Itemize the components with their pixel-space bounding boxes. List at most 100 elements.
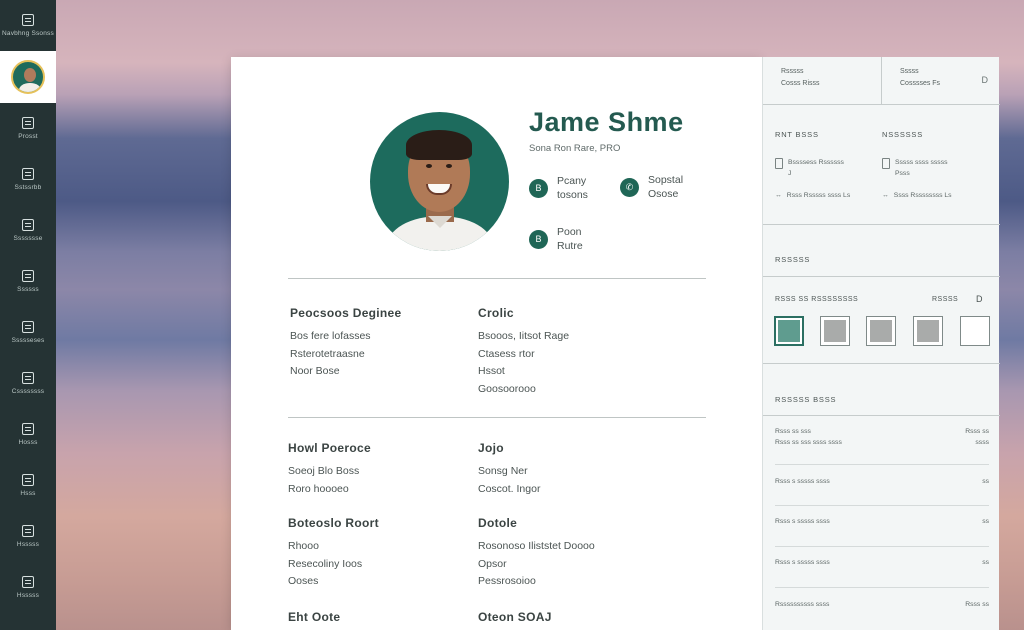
lock-icon <box>22 576 34 588</box>
checkbox-box[interactable] <box>882 158 890 169</box>
rail-item-5[interactable]: Ssssss <box>0 256 56 307</box>
section-line: Pessrosoioo <box>478 575 536 587</box>
tab-line: Cosss Risss <box>781 80 820 87</box>
section-option: Oteon SOAJ <box>478 610 552 630</box>
rail-item-label: Ssssss <box>17 286 39 293</box>
rail-item-3[interactable]: Sstssrbb <box>0 154 56 205</box>
checkbox-label: Bssssess Rssssss <box>788 159 844 166</box>
panel-label: NSSSSSS <box>882 130 924 139</box>
section-line: Noor Bose <box>290 365 340 377</box>
section-title: Dotole <box>478 516 518 530</box>
rail-item-2[interactable]: Prosst <box>0 103 56 154</box>
swatch-label-right: RSSSS <box>932 296 959 303</box>
row-label: Rsss s sssss ssss <box>775 559 830 566</box>
row-label: Rssssssssss ssss <box>775 601 830 608</box>
section-title: Peocsoos Deginee <box>290 306 402 320</box>
setting-row-0[interactable]: Rsss ss sss Rsss ss sss ssss ssss Rsss s… <box>775 426 989 448</box>
section-title: Crolic <box>478 306 514 320</box>
rail-item-profile[interactable] <box>0 51 56 103</box>
section-title: Jojo <box>478 441 504 455</box>
checkbox-label: Sssss ssss sssss <box>895 159 948 166</box>
color-swatch-1[interactable] <box>820 316 850 346</box>
section-line: Sonsg Ner <box>478 465 528 477</box>
checkbox-box[interactable] <box>775 158 783 169</box>
checkbox-label: Psss <box>895 170 910 177</box>
check-row-1[interactable]: ↔ Ssss Rssssssss Ls <box>882 190 952 201</box>
section-profile: Crolic Bsooos, Iitsot Rage Ctasess rtor … <box>478 306 569 398</box>
panel-tab-0[interactable]: Rsssss Cosss Risss <box>763 57 881 104</box>
rail-item-label: Prosst <box>18 133 38 140</box>
check-row-0[interactable]: ↔ Rsss Rsssss ssss Ls <box>775 190 850 201</box>
profile-name: Jame Shme <box>529 107 684 137</box>
row-divider <box>775 546 989 547</box>
row-value: ss <box>982 478 989 485</box>
checkbox-0[interactable]: Bssssess Rssssss J <box>775 157 844 179</box>
rail-item-9[interactable]: Hsss <box>0 460 56 511</box>
folder-icon <box>22 219 34 231</box>
section-jobs: Jojo Sonsg Ner Coscot. Ingor <box>478 441 540 498</box>
arrow-icon: ↔ <box>775 192 782 199</box>
app-rail: Navbhng Ssonss Prosst Sstssrbb Ssssssse … <box>0 0 56 630</box>
setting-row-1[interactable]: Rsss s sssss ssss ss <box>775 476 989 487</box>
tab-line: Sssss <box>900 68 919 75</box>
check-row-label: Rsss Rsssss ssss Ls <box>786 192 851 199</box>
profile-subtitle: Sona Ron Rare, PRO <box>529 143 621 154</box>
section-title: Boteoslo Roort <box>288 516 379 530</box>
contact-item-0[interactable]: B Pcany tosons <box>529 174 588 202</box>
row-divider <box>775 587 989 588</box>
rail-item-0[interactable]: Navbhng Ssonss <box>0 0 56 51</box>
section-line: Ooses <box>288 575 319 587</box>
panel-divider <box>763 415 1000 416</box>
rail-item-6[interactable]: Ssssseses <box>0 307 56 358</box>
section-edit-note: Eht Oote <box>288 610 340 630</box>
contact-item-1[interactable]: ✆ Sopstal Osose <box>620 173 683 201</box>
color-swatch-3[interactable] <box>913 316 943 346</box>
rail-item-label: Hosss <box>18 439 38 446</box>
section-line: Soeoj Blo Boss <box>288 465 360 477</box>
rail-item-4[interactable]: Ssssssse <box>0 205 56 256</box>
rail-item-10[interactable]: Hsssss <box>0 511 56 562</box>
rail-item-label: Sstssrbb <box>14 184 42 191</box>
section-line: Bos fere lofasses <box>290 330 371 342</box>
profile-photo <box>370 112 509 251</box>
settings-panel: Rsssss Cosss Risss Sssss Cosssses Fs D R… <box>762 57 1000 630</box>
rail-item-label: Hsss <box>20 490 36 497</box>
row-value: ss <box>982 518 989 525</box>
color-swatch-4[interactable] <box>960 316 990 346</box>
rail-item-11[interactable]: Hsssss <box>0 562 56 613</box>
contact-icon: B <box>529 229 548 249</box>
color-swatch-0[interactable] <box>774 316 804 346</box>
panel-label: RNT BSSS <box>775 130 819 139</box>
section-line: Rhooo <box>288 540 319 552</box>
setting-row-4[interactable]: Rssssssssss ssss Rsss ss <box>775 599 989 610</box>
section-line: Roro hoooeo <box>288 482 349 495</box>
arrow-icon: ↔ <box>882 192 889 199</box>
tab-line: Rsssss <box>781 68 804 75</box>
section-line: Opsor <box>478 557 507 570</box>
row-divider <box>775 464 989 465</box>
rail-item-label: Ssssssse <box>13 235 43 242</box>
rail-item-7[interactable]: Cssssssss <box>0 358 56 409</box>
divider <box>288 417 706 418</box>
image-icon <box>22 270 34 282</box>
row-value: Rsss ss <box>965 428 989 435</box>
setting-row-2[interactable]: Rsss s sssss ssss ss <box>775 516 989 527</box>
settings-icon <box>22 525 34 537</box>
panel-tabs: Rsssss Cosss Risss Sssss Cosssses Fs D <box>763 57 1000 105</box>
checkbox-label: J <box>788 170 792 177</box>
briefcase-icon <box>22 14 34 26</box>
contact-line: Poon <box>557 226 582 238</box>
info-icon[interactable]: D <box>976 294 983 304</box>
rail-item-8[interactable]: Hosss <box>0 409 56 460</box>
contact-line: tosons <box>557 189 588 201</box>
info-icon[interactable]: D <box>982 75 989 85</box>
setting-row-3[interactable]: Rsss s sssss ssss ss <box>775 557 989 568</box>
section-line: Rosonoso Iliststet Doooo <box>478 540 595 552</box>
row-label: Rsss ss sss ssss ssss <box>775 439 842 446</box>
checkbox-1[interactable]: Sssss ssss sssss Psss <box>882 157 948 179</box>
section-line: Ctasess rtor <box>478 347 535 360</box>
chart-icon <box>22 372 34 384</box>
contact-item-2[interactable]: B Poon Rutre <box>529 225 583 253</box>
row-label: Rsss ss sss <box>775 428 811 435</box>
color-swatch-2[interactable] <box>866 316 896 346</box>
